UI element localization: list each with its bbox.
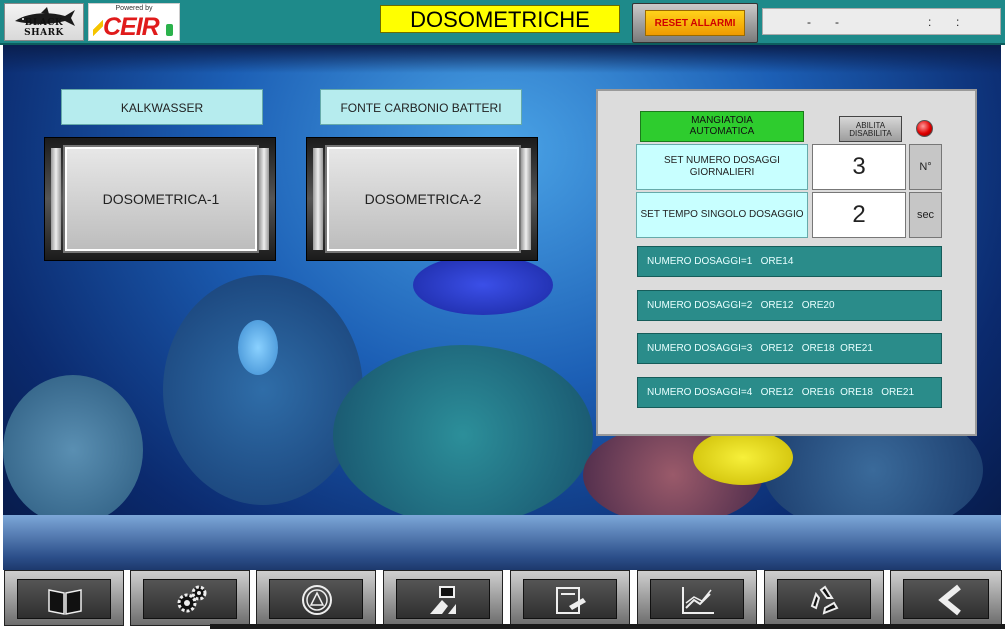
nav-edit-button[interactable] xyxy=(510,570,630,626)
dosometrica-1-button[interactable]: DOSOMETRICA-1 xyxy=(65,147,257,251)
date-time-display: - - : : xyxy=(762,8,1001,35)
black-shark-logo: BLACK SHARK xyxy=(4,3,84,41)
yellow-tang-fish xyxy=(693,430,793,485)
num-dosaggi-unit: N° xyxy=(909,144,942,190)
coral-rock xyxy=(163,275,363,505)
coral-rock xyxy=(333,345,593,525)
nav-settings-button[interactable] xyxy=(130,570,250,626)
frame-cap xyxy=(51,148,61,250)
dosometrica-1-frame: DOSOMETRICA-1 xyxy=(44,137,276,261)
document-edit-icon xyxy=(556,587,586,614)
book-icon xyxy=(48,589,82,615)
nav-button-face xyxy=(650,579,744,619)
frame-cap xyxy=(521,148,531,250)
plug-icon xyxy=(166,24,173,36)
set-tempo-label: SET TEMPO SINGOLO DOSAGGIO xyxy=(636,192,808,238)
alarm-warning-icon xyxy=(302,585,332,615)
nav-button-face xyxy=(523,579,617,619)
nav-hmi-button[interactable] xyxy=(383,570,503,626)
nav-button-face xyxy=(17,579,111,619)
tank-top-edge xyxy=(3,45,1001,73)
frame-cap xyxy=(313,148,323,250)
dose-schedule-row-4[interactable]: NUMERO DOSAGGI=4 ORE12 ORE16 ORE18 ORE21 xyxy=(637,377,942,408)
status-led-icon xyxy=(916,120,933,137)
dose-schedule-row-1[interactable]: NUMERO DOSAGGI=1 ORE14 xyxy=(637,246,942,277)
nav-button-face xyxy=(143,579,237,619)
trend-chart-icon xyxy=(682,587,714,614)
nav-bottom-strip xyxy=(210,624,1005,629)
feeder-panel: MANGIATOIA AUTOMATICA ABILITA DISABILITA… xyxy=(596,89,977,436)
nav-trend-button[interactable] xyxy=(637,570,757,626)
enable-disable-button[interactable]: ABILITA DISABILITA xyxy=(839,116,902,142)
nav-button-face xyxy=(903,579,989,619)
small-blue-fish xyxy=(238,320,278,375)
blue-tang-fish xyxy=(413,255,553,315)
reset-alarms-button[interactable]: RESET ALLARMI xyxy=(632,3,758,43)
nav-button-face xyxy=(777,579,871,619)
date-separator: - xyxy=(835,15,839,29)
fonte-carbonio-label: FONTE CARBONIO BATTERI xyxy=(320,89,522,125)
dosometrica-2-button[interactable]: DOSOMETRICA-2 xyxy=(327,147,519,251)
tempo-dosaggio-input[interactable]: 2 xyxy=(812,192,906,238)
tempo-dosaggio-unit: sec xyxy=(909,192,942,238)
powered-by-text: Powered by xyxy=(115,5,153,12)
set-tempo-text: SET TEMPO SINGOLO DOSAGGIO xyxy=(640,209,804,220)
date-separator: - xyxy=(807,15,811,29)
nav-manual-button[interactable] xyxy=(4,570,124,626)
coral-rock xyxy=(3,375,143,525)
num-dosaggi-input[interactable]: 3 xyxy=(812,144,906,190)
ceir-brand-text: CEIR xyxy=(103,13,160,41)
sand-bed xyxy=(3,515,1001,570)
nav-button-face xyxy=(396,579,490,619)
recycle-icon xyxy=(810,585,839,615)
bottom-nav-bar xyxy=(0,570,1005,629)
gears-icon xyxy=(177,585,207,613)
set-num-dosaggi-label: SET NUMERO DOSAGGI GIORNALIERI xyxy=(636,144,808,190)
page-title: DOSOMETRICHE xyxy=(380,5,620,33)
time-separator: : xyxy=(928,15,932,29)
nav-back-button[interactable] xyxy=(890,570,1002,626)
mangiatoia-automatica-label: MANGIATOIA AUTOMATICA xyxy=(640,111,804,142)
time-separator: : xyxy=(956,15,960,29)
ceir-logo: Powered by CEIR xyxy=(88,3,180,41)
back-arrow-icon xyxy=(938,584,961,616)
nav-recycle-button[interactable] xyxy=(764,570,884,626)
reset-alarms-label: RESET ALLARMI xyxy=(645,10,745,36)
header-bar: BLACK SHARK Powered by CEIR DOSOMETRICHE… xyxy=(0,0,1005,45)
dosometrica-2-frame: DOSOMETRICA-2 xyxy=(306,137,538,261)
kalkwasser-label: KALKWASSER xyxy=(61,89,263,125)
disabilita-text: DISABILITA xyxy=(849,129,892,138)
set-num-dosaggi-text: SET NUMERO DOSAGGI GIORNALIERI xyxy=(664,155,780,178)
hmi-panel-icon xyxy=(430,586,456,614)
mangiatoia-line-2: AUTOMATICA xyxy=(689,126,755,137)
lightning-icon xyxy=(93,16,103,40)
dose-schedule-row-3[interactable]: NUMERO DOSAGGI=3 ORE12 ORE18 ORE21 xyxy=(637,333,942,364)
mangiatoia-line-1: MANGIATOIA xyxy=(691,115,753,126)
nav-button-face xyxy=(269,579,363,619)
dose-schedule-row-2[interactable]: NUMERO DOSAGGI=2 ORE12 ORE20 xyxy=(637,290,942,321)
black-shark-text: BLACK SHARK xyxy=(24,18,64,38)
nav-alarms-button[interactable] xyxy=(256,570,376,626)
frame-cap xyxy=(259,148,269,250)
